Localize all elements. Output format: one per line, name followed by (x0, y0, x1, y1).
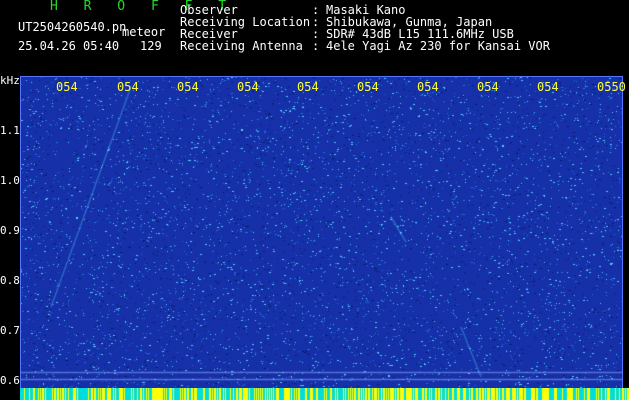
datetime-label: 25.04.26 05:40 (18, 39, 120, 53)
y-axis-unit: kHz (0, 74, 20, 87)
x-tick: 054 (56, 80, 78, 94)
info-value-antenna: 4ele Yagi Az 230 for Kansai VOR (326, 39, 550, 53)
filename-label: UT2504260540.pn (18, 20, 127, 34)
x-tick: 0550 (597, 80, 626, 94)
y-tick: 0.6 (0, 374, 20, 387)
x-tick: 054 (177, 80, 199, 94)
x-tick: 054 (537, 80, 559, 94)
x-tick: 054 (117, 80, 139, 94)
spectrogram-panel (20, 76, 623, 396)
x-tick: 054 (297, 80, 319, 94)
y-tick: 1.0 (0, 174, 20, 187)
signal-strength-bar (20, 388, 629, 400)
y-tick: 0.9 (0, 224, 20, 237)
y-tick: 1.1 (0, 124, 20, 137)
signal-strength-canvas (20, 388, 629, 400)
info-label-antenna: Receiving Antenna (180, 39, 303, 53)
x-tick: 054 (417, 80, 439, 94)
x-tick: 054 (477, 80, 499, 94)
count-label: 129 (140, 39, 162, 53)
x-tick: 054 (237, 80, 259, 94)
y-tick: 0.7 (0, 324, 20, 337)
spectrogram-canvas (21, 77, 622, 395)
type-label: meteor (122, 25, 166, 39)
y-tick: 0.8 (0, 274, 20, 287)
x-tick: 054 (357, 80, 379, 94)
info-colon: : (312, 39, 320, 53)
hrofft-window: H R O F F T UT2504260540.pn meteor 25.04… (0, 0, 629, 400)
